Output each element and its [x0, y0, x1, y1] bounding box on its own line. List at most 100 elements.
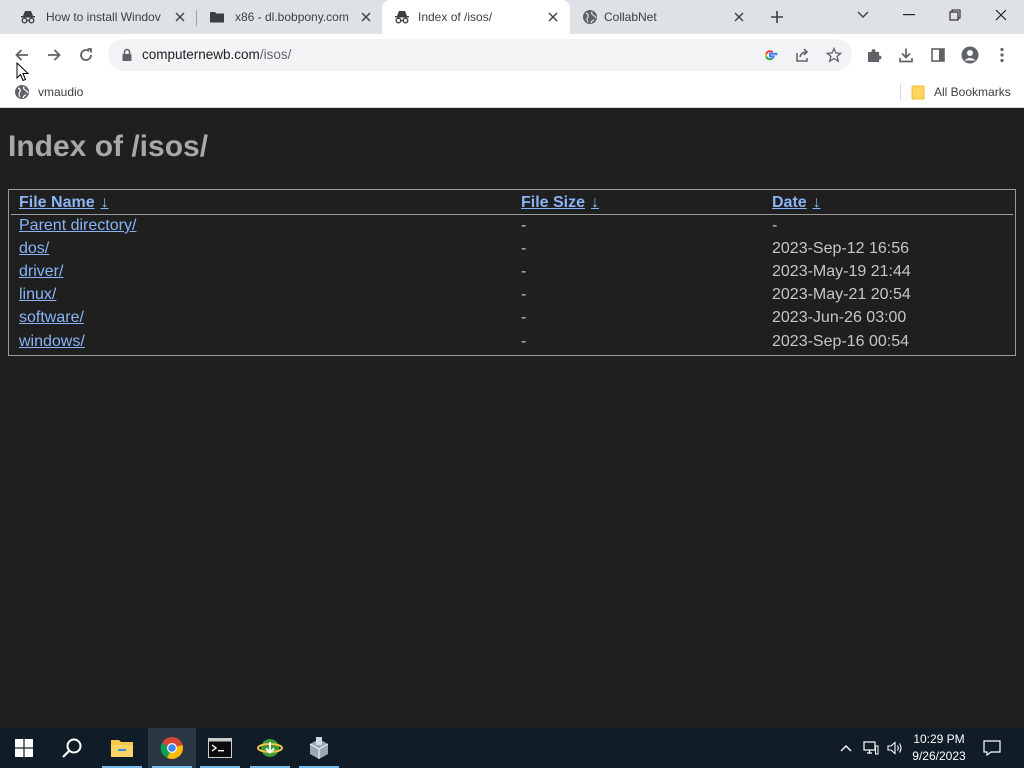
tab-x86-bobpony[interactable]: x86 - dl.bobpony.com: [197, 0, 382, 34]
close-tab-icon[interactable]: [731, 9, 747, 25]
back-arrow-icon: [15, 49, 28, 61]
bookmarks-divider: [900, 83, 901, 101]
volume-button[interactable]: [884, 728, 906, 768]
folder-icon: [210, 12, 224, 23]
profile-button[interactable]: [958, 43, 982, 67]
windows-logo-icon: [15, 739, 33, 757]
date-cell: 2023-Sep-12 16:56: [772, 240, 909, 257]
sort-arrow-icon: ↓: [591, 194, 600, 211]
terminal-icon: [208, 738, 232, 758]
taskbar-terminal[interactable]: [196, 728, 244, 768]
folder-link-software[interactable]: software/: [19, 309, 84, 327]
close-window-button[interactable]: [978, 0, 1024, 30]
tab-title: CollabNet: [604, 10, 657, 24]
globe-icon: [583, 10, 597, 24]
header-date: Date: [772, 194, 807, 211]
taskbar-installer[interactable]: [295, 728, 343, 768]
plus-icon: [771, 11, 783, 23]
file-size-cell: -: [521, 286, 527, 303]
parent-directory-link[interactable]: Parent directory/: [19, 217, 136, 235]
folder-link-driver[interactable]: driver/: [19, 263, 63, 281]
close-tab-icon[interactable]: [358, 9, 374, 25]
taskbar-chrome[interactable]: [148, 728, 196, 768]
reload-icon: [80, 48, 92, 61]
taskbar-file-explorer[interactable]: [98, 728, 146, 768]
extensions-button[interactable]: [862, 43, 886, 67]
taskbar-internet-download-manager[interactable]: [246, 728, 294, 768]
network-button[interactable]: [860, 728, 882, 768]
header-file-size: File Size: [521, 194, 586, 211]
lock-icon[interactable]: [120, 48, 134, 62]
kebab-menu-icon: [1000, 47, 1004, 63]
network-icon: [863, 741, 879, 755]
notification-icon: [983, 740, 1001, 756]
show-hidden-icons-button[interactable]: [836, 728, 856, 768]
chevron-up-icon: [840, 745, 852, 752]
tab-collabnet[interactable]: CollabNet: [570, 0, 758, 34]
globe-download-icon: [257, 739, 283, 757]
tab-how-to-install[interactable]: How to install Windov: [8, 0, 196, 34]
tab-search-button[interactable]: [840, 0, 886, 30]
address-bar[interactable]: computernewb.com/isos/: [108, 39, 852, 71]
date-cell: 2023-May-21 20:54: [772, 286, 911, 303]
folder-link-dos[interactable]: dos/: [19, 240, 49, 258]
folder-link-windows[interactable]: windows/: [19, 333, 85, 351]
minimize-button[interactable]: [886, 0, 932, 30]
chevron-down-icon: [857, 11, 869, 18]
action-center-button[interactable]: [980, 728, 1004, 768]
bookmark-vmaudio[interactable]: vmaudio: [14, 83, 83, 101]
browser-toolbar: computernewb.com/isos/: [0, 34, 1024, 76]
downloads-button[interactable]: [894, 43, 918, 67]
sort-by-file-name-link[interactable]: File Name ↓: [19, 194, 109, 212]
search-button[interactable]: [48, 728, 96, 768]
new-tab-button[interactable]: [766, 7, 788, 27]
bookmark-folder-icon: [911, 85, 925, 100]
sort-by-date-link[interactable]: Date ↓: [772, 194, 821, 212]
bookmark-star-button[interactable]: [825, 46, 843, 64]
table-row: dos/ - 2023-Sep-12 16:56: [9, 240, 1015, 262]
share-button[interactable]: [793, 46, 811, 64]
tab-index-of-isos[interactable]: Index of /isos/: [382, 0, 570, 34]
mouse-pointer-icon: [16, 62, 30, 82]
file-size-cell: -: [521, 217, 527, 234]
sort-by-file-size-link[interactable]: File Size ↓: [521, 194, 599, 212]
bookmarks-bar: vmaudio All Bookmarks: [0, 76, 1024, 108]
side-panel-button[interactable]: [926, 43, 950, 67]
close-tab-icon[interactable]: [172, 9, 188, 25]
all-bookmarks-label: All Bookmarks: [934, 85, 1011, 99]
restore-button[interactable]: [932, 0, 978, 30]
forward-button[interactable]: [42, 43, 66, 67]
sort-arrow-icon: ↓: [812, 194, 821, 211]
folder-link-linux[interactable]: linux/: [19, 286, 56, 304]
bookmark-label: vmaudio: [38, 85, 84, 99]
date-cell: 2023-Jun-26 03:00: [772, 309, 907, 326]
close-tab-icon[interactable]: [545, 9, 561, 25]
download-icon: [899, 48, 913, 63]
clock-time: 10:29 PM: [913, 732, 965, 746]
chrome-icon: [160, 737, 183, 759]
incognito-icon: [395, 11, 409, 24]
google-icon: [765, 50, 778, 61]
table-row: Parent directory/ - -: [9, 217, 1015, 239]
windows-taskbar: 10:29 PM 9/26/2023: [0, 728, 1024, 768]
date-cell: 2023-May-19 21:44: [772, 263, 911, 280]
all-bookmarks-button[interactable]: All Bookmarks: [911, 83, 1011, 101]
sort-arrow-icon: ↓: [100, 194, 109, 211]
installer-icon: [309, 737, 329, 759]
incognito-icon: [21, 11, 35, 24]
date-cell: -: [772, 217, 778, 234]
start-button[interactable]: [0, 728, 48, 768]
file-size-cell: -: [521, 309, 527, 326]
url-text[interactable]: computernewb.com/isos/: [142, 47, 291, 62]
google-lens-button[interactable]: [761, 46, 779, 64]
chrome-menu-button[interactable]: [990, 43, 1014, 67]
header-divider: [11, 214, 1013, 215]
minimize-icon: [903, 14, 915, 16]
page-title: Index of /isos/: [8, 130, 209, 163]
file-size-cell: -: [521, 333, 527, 350]
reload-button[interactable]: [74, 43, 98, 67]
star-icon: [826, 47, 842, 63]
taskbar-clock[interactable]: 10:29 PM 9/26/2023: [906, 731, 972, 765]
table-row: linux/ - 2023-May-21 20:54: [9, 286, 1015, 308]
puzzle-icon: [868, 49, 882, 62]
